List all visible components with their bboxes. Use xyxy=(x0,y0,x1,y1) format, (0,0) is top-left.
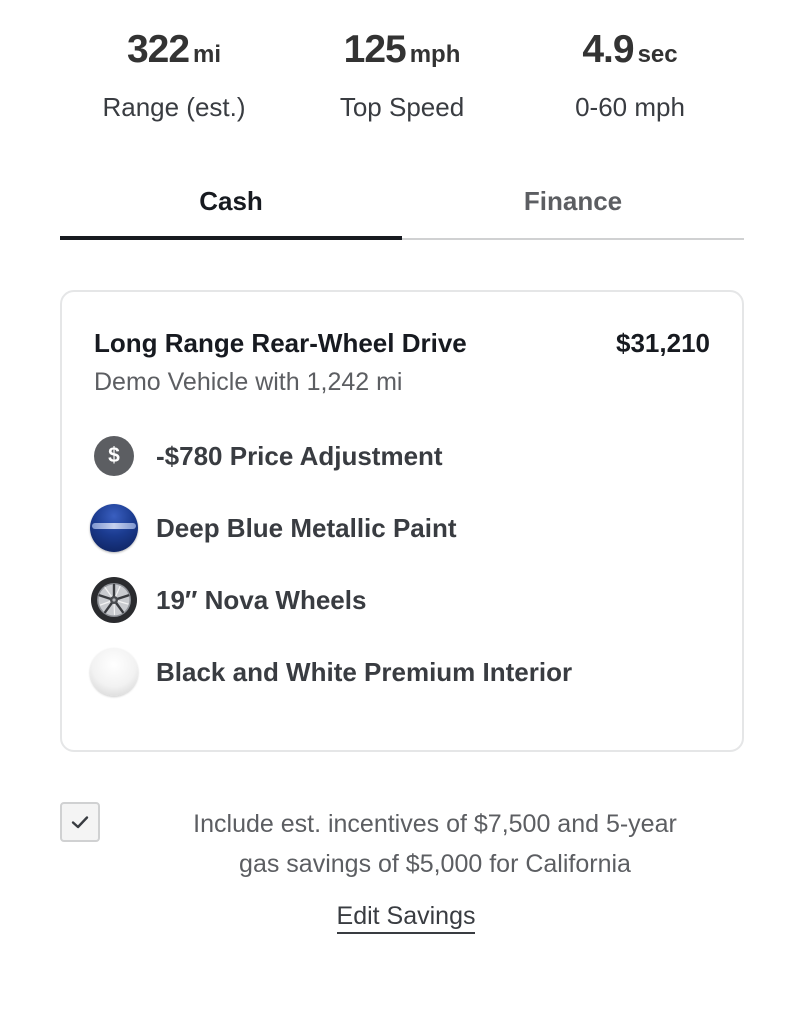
checkmark-icon xyxy=(71,816,89,829)
vehicle-trim-title: Long Range Rear-Wheel Drive xyxy=(94,328,467,358)
spec-range-label: Range (est.) xyxy=(102,92,246,122)
edit-savings-container: Edit Savings xyxy=(0,902,812,934)
spec-range: 322 mi Range (est.) xyxy=(60,28,288,123)
spec-top-speed-unit: mph xyxy=(409,41,461,68)
spec-top-speed-number: 125 xyxy=(343,28,407,71)
vehicle-summary-card: Long Range Rear-Wheel Drive $31,210 Demo… xyxy=(60,290,744,752)
interior-swatch-icon xyxy=(90,648,138,696)
list-item-paint: Deep Blue Metallic Paint xyxy=(90,504,714,552)
spec-top-speed-value: 125 mph xyxy=(288,28,516,78)
tab-finance[interactable]: Finance xyxy=(402,176,744,238)
spec-range-value: 322 mi xyxy=(60,28,288,78)
option-label: Black and White Premium Interior xyxy=(156,656,573,687)
spec-acceleration-value: 4.9 sec xyxy=(516,28,744,78)
list-item-price-adjustment: $ -$780 Price Adjustment xyxy=(90,432,714,480)
vehicle-price: $31,210 xyxy=(616,328,710,358)
incentives-text: Include est. incentives of $7,500 and 5-… xyxy=(130,804,740,884)
spec-acceleration-number: 4.9 xyxy=(582,28,634,71)
spec-top-speed-label: Top Speed xyxy=(339,92,465,122)
wheel-icon xyxy=(90,576,138,624)
tab-cash[interactable]: Cash xyxy=(60,176,402,240)
option-label: 19′′ Nova Wheels xyxy=(156,584,367,615)
dollar-icon: $ xyxy=(94,436,134,476)
list-item-wheels: 19′′ Nova Wheels xyxy=(90,576,714,624)
list-item-interior: Black and White Premium Interior xyxy=(90,648,714,696)
vehicle-subtitle: Demo Vehicle with 1,242 mi xyxy=(94,368,403,396)
paint-swatch-icon xyxy=(90,504,138,552)
specs-bar: 322 mi Range (est.) 125 mph Top Speed 4.… xyxy=(60,28,744,123)
option-label: -$780 Price Adjustment xyxy=(156,440,443,471)
edit-savings-link[interactable]: Edit Savings xyxy=(336,902,476,934)
incentives-text-line2: gas savings of $5,000 for California xyxy=(239,850,631,878)
spec-range-unit: mi xyxy=(193,41,222,68)
spec-acceleration-label: 0-60 mph xyxy=(575,92,685,122)
card-header: Long Range Rear-Wheel Drive $31,210 xyxy=(94,328,710,359)
spec-top-speed: 125 mph Top Speed xyxy=(288,28,516,123)
spec-range-number: 322 xyxy=(126,28,190,71)
spec-acceleration: 4.9 sec 0-60 mph xyxy=(516,28,744,123)
incentives-text-line1: Include est. incentives of $7,500 and 5-… xyxy=(193,810,677,838)
option-list: $ -$780 Price Adjustment Deep Blue Metal… xyxy=(90,432,714,720)
spec-acceleration-unit: sec xyxy=(637,41,678,68)
payment-tabs: Cash Finance xyxy=(60,176,744,240)
incentives-checkbox[interactable] xyxy=(60,802,100,842)
option-label: Deep Blue Metallic Paint xyxy=(156,512,457,543)
